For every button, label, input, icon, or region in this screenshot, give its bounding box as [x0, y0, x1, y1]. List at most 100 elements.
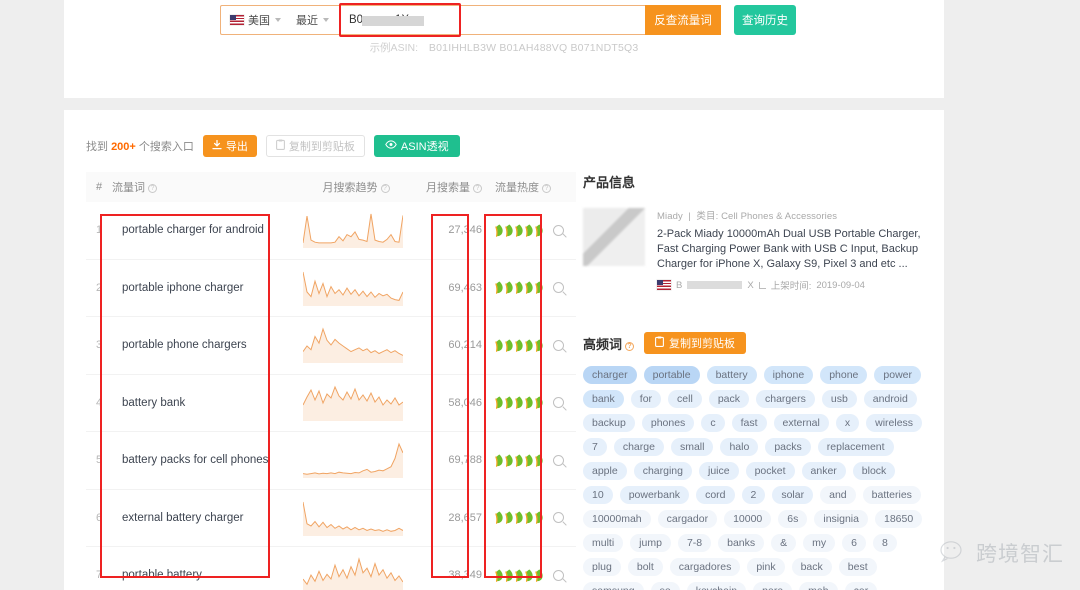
high-freq-tag[interactable]: chargers: [756, 390, 815, 408]
high-freq-tag[interactable]: replacement: [817, 438, 894, 456]
high-freq-tag[interactable]: keychain: [686, 582, 747, 590]
table-row[interactable]: 5 battery packs for cell phones 69,788: [86, 432, 576, 490]
region-selector[interactable]: 美国: [221, 6, 288, 34]
high-freq-tag[interactable]: small: [670, 438, 714, 456]
row-keyword[interactable]: battery bank: [112, 397, 297, 409]
high-freq-tag[interactable]: back: [791, 558, 832, 576]
high-freq-tag[interactable]: backup: [583, 414, 635, 432]
high-freq-tag[interactable]: wireless: [866, 414, 923, 432]
help-icon[interactable]: ?: [380, 184, 390, 193]
high-freq-tag[interactable]: 18650: [874, 510, 923, 528]
high-freq-tag[interactable]: bank: [583, 390, 624, 408]
table-row[interactable]: 1 portable charger for android 27,346: [86, 202, 576, 260]
high-freq-tag[interactable]: battery: [706, 366, 757, 384]
high-freq-tag[interactable]: iphone: [763, 366, 814, 384]
high-freq-tag[interactable]: phone: [820, 366, 868, 384]
high-freq-tag[interactable]: samsung: [583, 582, 644, 590]
high-freq-tag[interactable]: batteries: [862, 486, 921, 504]
external-link-icon[interactable]: [758, 281, 766, 289]
time-range-selector[interactable]: 最近: [288, 6, 337, 34]
high-freq-tag[interactable]: car: [844, 582, 878, 590]
query-history-button[interactable]: 查询历史: [734, 5, 796, 35]
high-freq-tag[interactable]: charger: [583, 366, 637, 384]
high-freq-tag[interactable]: anker: [801, 462, 846, 480]
search-icon[interactable]: [553, 397, 564, 409]
high-freq-tag[interactable]: power: [874, 366, 922, 384]
row-keyword[interactable]: portable charger for android: [112, 224, 297, 236]
help-icon[interactable]: ?: [148, 184, 157, 193]
table-row[interactable]: 2 portable iphone charger 69,463: [86, 260, 576, 317]
high-freq-tag[interactable]: pink: [747, 558, 785, 576]
high-freq-tag[interactable]: multi: [583, 534, 624, 552]
high-freq-tag[interactable]: 7-8: [677, 534, 712, 552]
high-freq-tag[interactable]: usb: [821, 390, 857, 408]
high-freq-tag[interactable]: juice: [698, 462, 739, 480]
high-freq-tag[interactable]: cord: [696, 486, 735, 504]
high-freq-tag[interactable]: packs: [765, 438, 811, 456]
high-freq-tag[interactable]: banks: [718, 534, 765, 552]
high-freq-tag[interactable]: and: [820, 486, 856, 504]
high-freq-tag[interactable]: 6s: [778, 510, 808, 528]
search-icon[interactable]: [553, 512, 564, 524]
high-freq-tag[interactable]: block: [852, 462, 896, 480]
high-freq-tag[interactable]: apple: [583, 462, 627, 480]
row-keyword[interactable]: portable iphone charger: [112, 282, 297, 294]
table-row[interactable]: 7 portable battery 38,349: [86, 547, 576, 590]
high-freq-tag[interactable]: for: [630, 390, 662, 408]
row-keyword[interactable]: portable battery: [112, 569, 297, 581]
example-asin-values[interactable]: B01IHHLB3W B01AH488VQ B071NDT5Q3: [429, 42, 639, 54]
reverse-lookup-button[interactable]: 反查流量词: [645, 5, 721, 35]
high-freq-tag[interactable]: mah: [799, 582, 838, 590]
high-freq-tag[interactable]: c: [701, 414, 725, 432]
high-freq-tag[interactable]: my: [803, 534, 836, 552]
high-freq-tag[interactable]: halo: [720, 438, 759, 456]
high-freq-tag[interactable]: &: [771, 534, 797, 552]
high-freq-tag[interactable]: bolt: [627, 558, 663, 576]
high-freq-copy-button[interactable]: 复制到剪贴板: [644, 332, 747, 354]
asin-perspective-button[interactable]: ASIN透视: [373, 135, 460, 157]
high-freq-tag[interactable]: cargador: [657, 510, 718, 528]
search-icon[interactable]: [553, 282, 564, 294]
high-freq-tag[interactable]: insignia: [814, 510, 868, 528]
table-row[interactable]: 4 battery bank 58,046: [86, 375, 576, 432]
high-freq-tag[interactable]: 6: [842, 534, 867, 552]
search-icon[interactable]: [553, 569, 564, 581]
high-freq-tag[interactable]: cell: [668, 390, 702, 408]
high-freq-tag[interactable]: powerbank: [619, 486, 690, 504]
high-freq-tag[interactable]: phones: [641, 414, 695, 432]
high-freq-tag[interactable]: fast: [731, 414, 767, 432]
row-keyword[interactable]: external battery charger: [112, 512, 297, 524]
high-freq-tag[interactable]: se: [650, 582, 680, 590]
high-freq-tag[interactable]: 10: [583, 486, 613, 504]
high-freq-tag[interactable]: 7: [583, 438, 607, 456]
high-freq-tag[interactable]: 8: [873, 534, 897, 552]
search-icon[interactable]: [553, 339, 564, 351]
table-row[interactable]: 3 portable phone chargers 60,214: [86, 317, 576, 375]
high-freq-tag[interactable]: pack: [708, 390, 749, 408]
copy-clipboard-button[interactable]: 复制到剪贴板: [265, 135, 365, 157]
row-keyword[interactable]: portable phone chargers: [112, 339, 297, 351]
high-freq-tag[interactable]: cargadores: [669, 558, 741, 576]
table-row[interactable]: 6 external battery charger 28,657: [86, 490, 576, 547]
high-freq-tag[interactable]: para: [753, 582, 793, 590]
high-freq-tag[interactable]: pocket: [745, 462, 795, 480]
help-icon[interactable]: ?: [625, 341, 635, 351]
high-freq-tag[interactable]: portable: [643, 366, 700, 384]
high-freq-tag[interactable]: 2: [741, 486, 766, 504]
search-icon[interactable]: [553, 224, 564, 236]
high-freq-tag[interactable]: charge: [613, 438, 664, 456]
export-button[interactable]: 导出: [202, 135, 257, 157]
high-freq-tag[interactable]: 10000mah: [583, 510, 651, 528]
high-freq-tag[interactable]: best: [838, 558, 877, 576]
high-freq-tag[interactable]: charging: [633, 462, 692, 480]
high-freq-tag[interactable]: plug: [583, 558, 621, 576]
high-freq-tag[interactable]: android: [863, 390, 917, 408]
row-keyword[interactable]: battery packs for cell phones: [112, 454, 297, 466]
high-freq-tag[interactable]: 10000: [724, 510, 772, 528]
high-freq-tag[interactable]: solar: [772, 486, 814, 504]
high-freq-tag[interactable]: x: [835, 414, 860, 432]
high-freq-tag[interactable]: jump: [630, 534, 671, 552]
help-icon[interactable]: ?: [542, 184, 551, 193]
help-icon[interactable]: ?: [473, 184, 482, 193]
high-freq-tag[interactable]: external: [773, 414, 829, 432]
